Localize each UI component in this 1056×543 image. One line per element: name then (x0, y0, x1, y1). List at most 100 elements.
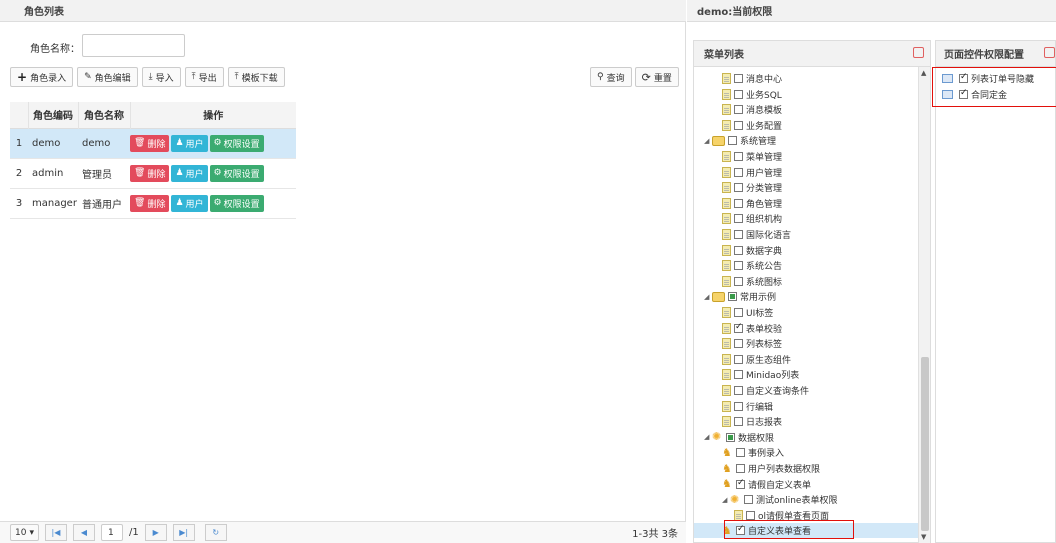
checkbox[interactable] (736, 464, 745, 473)
tree-item[interactable]: 原生态组件 (722, 352, 791, 367)
prev-page-icon[interactable]: ◀ (72, 524, 95, 541)
tree-item[interactable]: 业务配置 (722, 118, 782, 133)
checkbox[interactable] (726, 432, 735, 442)
tree-item[interactable]: 日志报表 (722, 414, 782, 429)
tree-item[interactable]: 组织机构 (722, 211, 782, 226)
expand-icon[interactable]: ◢ (704, 137, 712, 145)
checkbox[interactable] (734, 370, 743, 380)
checkbox[interactable] (728, 292, 737, 302)
checkbox[interactable] (744, 495, 753, 505)
control-item[interactable]: 合同定金 (942, 87, 1007, 102)
checkbox[interactable] (734, 198, 743, 208)
tree-item[interactable]: ◢ 系统管理 (704, 133, 776, 148)
checkbox[interactable] (734, 276, 743, 286)
checkbox[interactable] (734, 152, 743, 161)
control-item[interactable]: 列表订单号隐藏 (942, 71, 1034, 86)
permission-button[interactable]: ⚙ 权限设置 (209, 194, 264, 212)
checkbox[interactable] (734, 401, 743, 411)
checkbox[interactable] (734, 120, 743, 130)
checkbox[interactable] (734, 230, 743, 239)
tree-item[interactable]: UI标签 (722, 305, 773, 320)
table-row[interactable]: 3 manager 普通用户 🗑 删除 ♟ 用户 ⚙ 权限设置 (10, 188, 296, 218)
delete-button[interactable]: 🗑 删除 (130, 164, 170, 182)
tree-item[interactable]: ♞ 请假自定义表单 (722, 477, 811, 492)
export-button[interactable]: ⤒ 导出 (184, 67, 224, 87)
expand-icon[interactable]: ◢ (704, 433, 712, 441)
tree-item[interactable]: 用户管理 (722, 165, 782, 180)
checkbox[interactable] (734, 89, 743, 99)
checkbox[interactable] (734, 417, 743, 427)
tree-item[interactable]: 分类管理 (722, 180, 782, 195)
tree-item[interactable]: 系统图标 (722, 274, 782, 289)
first-page-icon[interactable]: |◀ (44, 524, 67, 541)
user-button[interactable]: ♟ 用户 (171, 134, 208, 152)
table-row[interactable]: 2 admin 管理员 🗑 删除 ♟ 用户 ⚙ 权限设置 (10, 158, 296, 188)
page-number-input[interactable]: 1 (100, 524, 123, 541)
tree-item[interactable]: ♞ 用户列表数据权限 (722, 461, 820, 476)
checkbox[interactable] (734, 74, 743, 83)
checkbox[interactable] (734, 261, 743, 271)
checkbox[interactable] (734, 322, 743, 333)
checkbox[interactable] (734, 354, 743, 364)
tree-item[interactable]: 角色管理 (722, 196, 782, 211)
next-page-icon[interactable]: ▶ (144, 524, 167, 541)
tree-item[interactable]: ◢ ✺ 测试online表单权限 (722, 492, 837, 507)
permission-button[interactable]: ⚙ 权限设置 (209, 164, 264, 182)
reset-button[interactable]: ⟳ 重置 (634, 67, 679, 87)
add-role-button[interactable]: + 角色录入 (10, 67, 74, 87)
scroll-up-icon[interactable]: ▲ (921, 69, 926, 77)
checkbox[interactable] (959, 88, 968, 99)
expand-icon[interactable]: ◢ (722, 496, 730, 504)
checkbox[interactable] (734, 214, 743, 224)
user-button[interactable]: ♟ 用户 (171, 164, 208, 182)
checkbox[interactable] (734, 183, 743, 193)
query-button[interactable]: ⚲ 查询 (590, 67, 632, 87)
checkbox[interactable] (734, 386, 743, 395)
scrollbar[interactable]: ▲ ▼ (918, 67, 930, 543)
user-icon: ♞ (722, 461, 732, 475)
import-button[interactable]: ⤓ 导入 (141, 67, 181, 87)
checkbox[interactable] (734, 105, 743, 115)
scrollbar-thumb[interactable] (921, 357, 929, 531)
last-page-icon[interactable]: ▶| (172, 524, 195, 541)
tree-item[interactable]: Minidao列表 (722, 367, 799, 382)
tree-item[interactable]: 行编辑 (722, 399, 773, 414)
checkbox[interactable] (746, 510, 755, 520)
checkbox[interactable] (728, 136, 737, 146)
tree-item[interactable]: ◢ 常用示例 (704, 289, 776, 304)
collapse-icon[interactable] (1044, 47, 1055, 58)
checkbox[interactable] (734, 308, 743, 317)
tree-item[interactable]: ◢ ✺ 数据权限 (704, 430, 774, 445)
tree-item[interactable]: 消息模板 (722, 102, 782, 117)
table-row[interactable]: 1 demo demo 🗑 删除 ♟ 用户 ⚙ 权限设置 (10, 128, 296, 158)
refresh-icon[interactable]: ↻ (204, 524, 227, 541)
user-button[interactable]: ♟ 用户 (171, 194, 208, 212)
checkbox[interactable] (734, 339, 743, 349)
expand-icon[interactable]: ◢ (704, 293, 712, 301)
scroll-down-icon[interactable]: ▼ (921, 533, 926, 541)
checkbox[interactable] (734, 167, 743, 177)
tree-item[interactable]: 消息中心 (722, 71, 782, 86)
tree-item[interactable]: ♞ 事例录入 (722, 445, 784, 460)
permission-button[interactable]: ⚙ 权限设置 (209, 134, 264, 152)
tree-item[interactable]: 自定义查询条件 (722, 383, 809, 398)
checkbox[interactable] (734, 245, 743, 255)
tree-item[interactable]: 国际化语言 (722, 227, 791, 242)
delete-button[interactable]: 🗑 删除 (130, 134, 170, 152)
tree-item[interactable]: 表单校验 (722, 321, 782, 336)
checkbox[interactable] (959, 72, 968, 83)
page-size-select[interactable]: 10 ▾ (10, 524, 39, 541)
delete-button[interactable]: 🗑 删除 (130, 194, 170, 212)
checkbox[interactable] (736, 448, 745, 458)
collapse-icon[interactable] (913, 47, 924, 58)
tree-item[interactable]: 数据字典 (722, 243, 782, 258)
col-action-header: 操作 (203, 111, 224, 123)
template-download-button[interactable]: ⤒ 模板下载 (227, 67, 285, 87)
tree-item[interactable]: 系统公告 (722, 258, 782, 273)
role-name-input[interactable] (82, 34, 185, 57)
tree-item[interactable]: 菜单管理 (722, 149, 782, 164)
edit-role-button[interactable]: ✎ 角色编辑 (77, 67, 138, 87)
tree-item[interactable]: 列表标签 (722, 336, 782, 351)
tree-item[interactable]: 业务SQL (722, 87, 782, 102)
checkbox[interactable] (736, 478, 745, 489)
